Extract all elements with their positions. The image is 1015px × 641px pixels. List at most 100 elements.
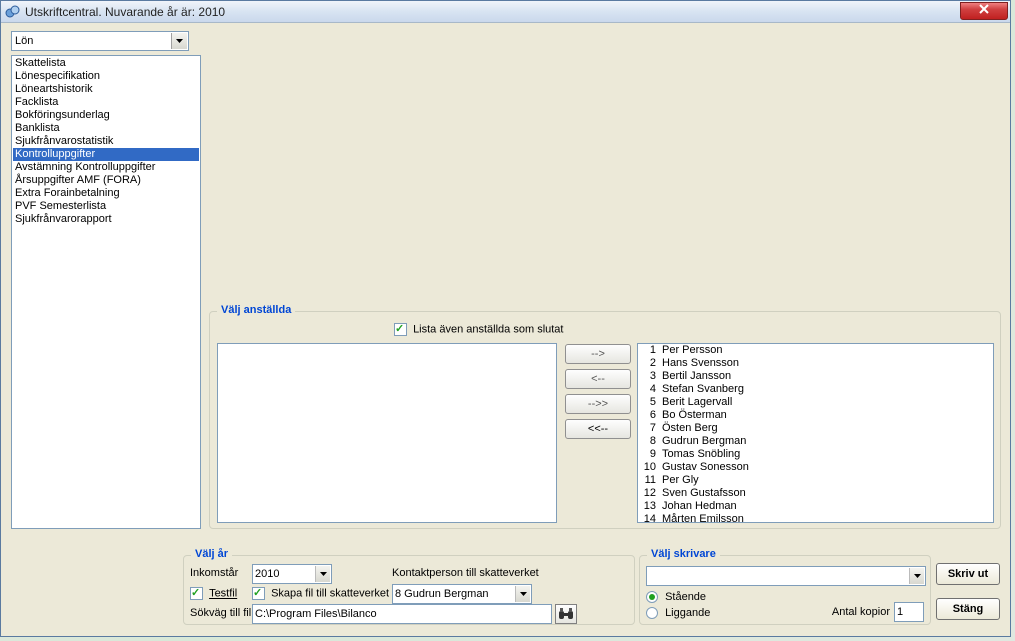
path-input[interactable]: C:\Program Files\Bilanco <box>252 604 552 624</box>
landscape-label: Liggande <box>665 607 710 619</box>
employee-name: Sven Gustafsson <box>662 487 746 500</box>
create-file-label: Skapa fil till skatteverket <box>271 588 389 600</box>
employee-row[interactable]: 3Bertil Jansson <box>638 370 993 383</box>
print-button[interactable]: Skriv ut <box>936 563 1000 585</box>
year-group-title: Välj år <box>191 548 232 560</box>
employee-name: Gudrun Bergman <box>662 435 746 448</box>
contact-label: Kontaktperson till skatteverket <box>392 567 539 579</box>
printer-select[interactable] <box>646 566 926 586</box>
employee-number: 7 <box>640 422 662 435</box>
contact-select[interactable]: 8 Gudrun Bergman <box>392 584 532 604</box>
employee-row[interactable]: 2Hans Svensson <box>638 357 993 370</box>
portrait-label: Stående <box>665 591 706 603</box>
report-item[interactable]: Skattelista <box>13 57 199 70</box>
report-list[interactable]: SkattelistaLönespecifikationLöneartshist… <box>11 55 201 529</box>
landscape-radio[interactable] <box>646 607 658 619</box>
portrait-radio[interactable] <box>646 591 658 603</box>
employee-row[interactable]: 4Stefan Svanberg <box>638 383 993 396</box>
employee-row[interactable]: 10Gustav Sonesson <box>638 461 993 474</box>
income-year-select[interactable]: 2010 <box>252 564 332 584</box>
report-item[interactable]: Kontrolluppgifter <box>13 148 199 161</box>
report-item[interactable]: Löneartshistorik <box>13 83 199 96</box>
report-item[interactable]: Lönespecifikation <box>13 70 199 83</box>
client-area: Lön SkattelistaLönespecifikationLönearts… <box>1 23 1010 636</box>
income-year-label: Inkomstår <box>190 567 238 579</box>
create-file-row[interactable]: Skapa fil till skatteverket <box>252 587 389 600</box>
window-title: Utskriftcentral. Nuvarande år är: 2010 <box>25 5 225 19</box>
app-window: Utskriftcentral. Nuvarande år är: 2010 L… <box>0 0 1011 637</box>
employee-number: 1 <box>640 344 662 357</box>
report-item[interactable]: Extra Forainbetalning <box>13 187 199 200</box>
employee-number: 5 <box>640 396 662 409</box>
year-group: Välj år Inkomstår 2010 Testfil Skapa fil… <box>183 555 635 625</box>
report-item[interactable]: Bokföringsunderlag <box>13 109 199 122</box>
report-item[interactable]: PVF Semesterlista <box>13 200 199 213</box>
chevron-down-icon <box>909 568 924 584</box>
employee-number: 14 <box>640 513 662 523</box>
testfile-checkbox[interactable] <box>190 587 203 600</box>
employee-row[interactable]: 6Bo Österman <box>638 409 993 422</box>
employee-number: 4 <box>640 383 662 396</box>
report-item[interactable]: Sjukfrånvarostatistik <box>13 135 199 148</box>
create-file-checkbox[interactable] <box>252 587 265 600</box>
income-year-value: 2010 <box>255 568 279 580</box>
copies-input[interactable]: 1 <box>894 602 924 622</box>
employee-name: Hans Svensson <box>662 357 739 370</box>
chevron-down-icon <box>171 33 187 49</box>
copies-value: 1 <box>897 606 903 618</box>
employee-number: 3 <box>640 370 662 383</box>
employee-number: 8 <box>640 435 662 448</box>
path-label: Sökväg till fil <box>190 607 251 619</box>
list-closed-checkbox[interactable] <box>394 323 407 336</box>
list-closed-label: Lista även anställda som slutat <box>413 324 563 336</box>
report-item[interactable]: Banklista <box>13 122 199 135</box>
employee-name: Berit Lagervall <box>662 396 732 409</box>
testfile-label: Testfil <box>209 588 237 600</box>
employee-row[interactable]: 5Berit Lagervall <box>638 396 993 409</box>
close-icon <box>979 4 989 14</box>
category-value: Lön <box>15 35 33 47</box>
transfer-buttons: --> <-- -->> <<-- <box>565 344 631 444</box>
employee-name: Johan Hedman <box>662 500 737 513</box>
list-closed-row[interactable]: Lista även anställda som slutat <box>394 323 563 336</box>
employee-row[interactable]: 8Gudrun Bergman <box>638 435 993 448</box>
browse-button[interactable] <box>555 604 577 624</box>
employee-row[interactable]: 7Östen Berg <box>638 422 993 435</box>
landscape-row[interactable]: Liggande <box>646 607 710 619</box>
employee-name: Per Gly <box>662 474 699 487</box>
report-item[interactable]: Sjukfrånvarorapport <box>13 213 199 226</box>
report-item[interactable]: Årsuppgifter AMF (FORA) <box>13 174 199 187</box>
employee-row[interactable]: 9Tomas Snöbling <box>638 448 993 461</box>
report-item[interactable]: Facklista <box>13 96 199 109</box>
employee-name: Bo Österman <box>662 409 727 422</box>
employee-name: Tomas Snöbling <box>662 448 740 461</box>
testfile-row[interactable]: Testfil <box>190 587 237 600</box>
selected-employees-list[interactable] <box>217 343 557 523</box>
move-right-button[interactable]: --> <box>565 344 631 364</box>
binoculars-icon <box>558 607 574 621</box>
chevron-down-icon <box>315 566 330 582</box>
employee-number: 12 <box>640 487 662 500</box>
employee-row[interactable]: 12Sven Gustafsson <box>638 487 993 500</box>
move-all-right-button[interactable]: -->> <box>565 394 631 414</box>
employee-number: 9 <box>640 448 662 461</box>
employee-row[interactable]: 13Johan Hedman <box>638 500 993 513</box>
employee-name: Gustav Sonesson <box>662 461 749 474</box>
close-window-button[interactable] <box>960 2 1008 20</box>
category-select[interactable]: Lön <box>11 31 189 51</box>
employees-group: Välj anställda Lista även anställda som … <box>209 311 1001 529</box>
report-item[interactable]: Avstämning Kontrolluppgifter <box>13 161 199 174</box>
available-employees-list[interactable]: 1Per Persson2Hans Svensson3Bertil Jansso… <box>637 343 994 523</box>
contact-value: 8 Gudrun Bergman <box>395 588 489 600</box>
move-all-left-button[interactable]: <<-- <box>565 419 631 439</box>
employee-name: Bertil Jansson <box>662 370 731 383</box>
employee-number: 11 <box>640 474 662 487</box>
employee-row[interactable]: 11Per Gly <box>638 474 993 487</box>
portrait-row[interactable]: Stående <box>646 591 706 603</box>
employee-number: 2 <box>640 357 662 370</box>
employee-row[interactable]: 1Per Persson <box>638 344 993 357</box>
close-button[interactable]: Stäng <box>936 598 1000 620</box>
employee-row[interactable]: 14Mårten Emilsson <box>638 513 993 523</box>
printer-group-title: Välj skrivare <box>647 548 720 560</box>
move-left-button[interactable]: <-- <box>565 369 631 389</box>
